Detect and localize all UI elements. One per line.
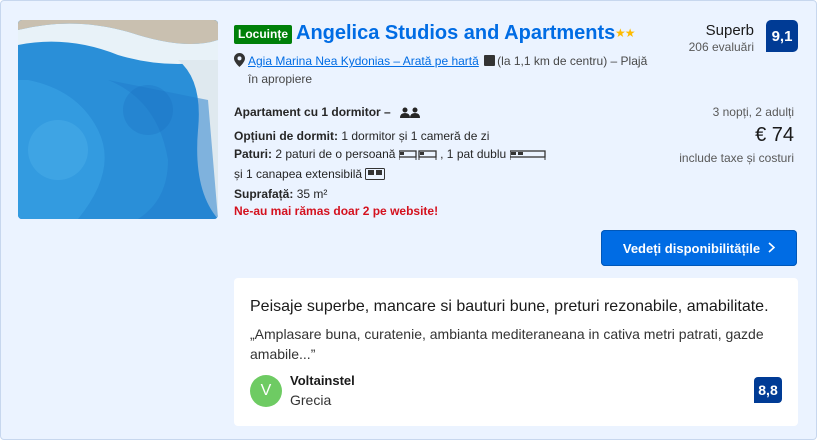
chevron-right-icon: [768, 241, 776, 256]
see-availability-label: Vedeți disponibilitățile: [622, 240, 761, 256]
review-score-badge: 8,8: [754, 377, 782, 403]
property-card: Locuințe Angelica Studios and Apartments…: [0, 0, 817, 440]
location-pin-icon: [234, 53, 245, 72]
review-text: „Amplasare buna, curatenie, ambianta med…: [250, 326, 764, 362]
price-amount: € 74: [755, 124, 794, 146]
beds-line: Paturi: 2 paturi de o persoană , 1 pat d…: [234, 145, 564, 165]
taxes-note: include taxe și costuri: [679, 151, 794, 165]
property-type-badge: Locuințe: [234, 25, 292, 44]
review-snippet[interactable]: Peisaje superbe, mancare si bauturi bune…: [234, 278, 798, 426]
room-name: Apartament cu 1 dormitor –: [234, 105, 391, 119]
reviewer-country: Grecia: [290, 392, 332, 408]
location-line: Agia Marina Nea Kydonias – Arată pe hart…: [248, 52, 658, 88]
sleeping-options: Opțiuni de dormit: 1 dormitor și 1 camer…: [234, 129, 490, 143]
star-rating-icon: ★★: [615, 26, 635, 40]
property-title-link[interactable]: Angelica Studios and Apartments: [296, 22, 615, 45]
map-icon: [484, 55, 496, 66]
area-line: Suprafață: 35 m²: [234, 187, 328, 201]
distance-text: (la 1,1 km de centru): [497, 54, 608, 68]
map-link[interactable]: Agia Marina Nea Kydonias – Arată pe hart…: [248, 54, 479, 68]
two-people-icon: [400, 105, 420, 123]
rating-label: Superb: [705, 22, 754, 39]
see-availability-button[interactable]: Vedeți disponibilitățile: [601, 230, 797, 266]
rating-score-badge[interactable]: 9,1: [766, 20, 798, 52]
double-bed-icon: [508, 147, 546, 165]
property-photo[interactable]: [18, 20, 218, 219]
reviewer-name: Voltainstel: [290, 373, 355, 388]
reviewer-avatar: V: [250, 375, 282, 407]
sofa-bed-icon: [365, 167, 386, 185]
room-details: Opțiuni de dormit: 1 dormitor și 1 camer…: [234, 127, 564, 203]
availability-warning: Ne-au mai rămas doar 2 pe website!: [234, 204, 439, 218]
review-count[interactable]: 206 evaluări: [689, 40, 754, 54]
single-bed-icon: [398, 147, 437, 165]
stay-summary: 3 nopți, 2 adulți: [712, 105, 794, 119]
sofa-bed-line: și 1 canapea extensibilă: [234, 165, 564, 185]
review-title: Peisaje superbe, mancare si bauturi bune…: [250, 298, 769, 315]
